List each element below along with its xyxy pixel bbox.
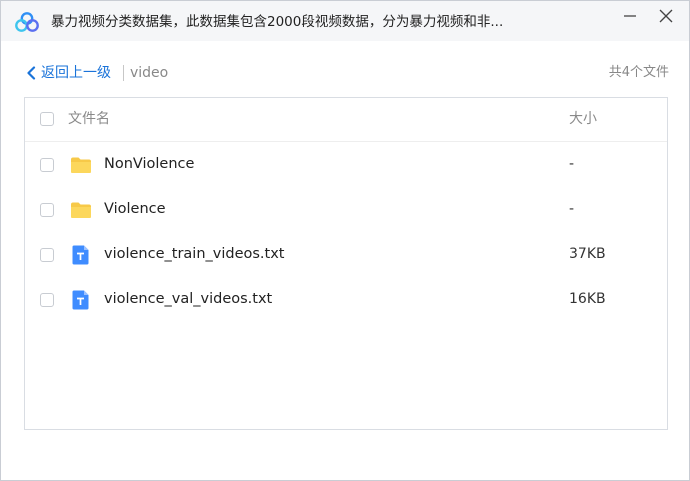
current-directory: video [130,65,169,81]
folder-icon [71,157,91,173]
folder-icon [71,202,91,218]
file-name[interactable]: Violence [104,199,166,219]
text-file-icon [72,245,89,265]
nav-divider [123,65,124,81]
title-bar: 暴力视频分类数据集，此数据集包含2000段视频数据，分为暴力视频和非... [1,1,689,41]
file-row-violence-train[interactable]: violence_train_videos.txt 37KB [25,232,667,277]
row-checkbox[interactable] [40,158,54,172]
minimize-button[interactable] [615,5,645,27]
file-list-header: 文件名 大小 [25,98,667,142]
chevron-left-icon [27,66,36,80]
file-row-violence-val[interactable]: violence_val_videos.txt 16KB [25,277,667,322]
file-size: 16KB [569,291,606,307]
row-checkbox[interactable] [40,203,54,217]
close-button[interactable] [651,5,681,27]
text-file-icon [72,290,89,310]
back-label: 返回上一级 [41,65,111,81]
row-checkbox[interactable] [40,293,54,307]
select-all-checkbox[interactable] [40,112,54,126]
window-title: 暴力视频分类数据集，此数据集包含2000段视频数据，分为暴力视频和非... [51,14,504,30]
app-window: 暴力视频分类数据集，此数据集包含2000段视频数据，分为暴力视频和非... 返回… [0,0,690,481]
file-name[interactable]: NonViolence [104,154,194,174]
file-row-nonviolence[interactable]: NonViolence - [25,142,667,187]
file-size: 37KB [569,246,606,262]
navigation-row: 返回上一级 video 共4个文件 [25,61,669,85]
cloud-logo-icon [15,12,39,32]
file-list: 文件名 大小 NonViolence - Violence - violence… [24,97,668,430]
file-count: 共4个文件 [608,65,669,80]
back-button[interactable]: 返回上一级 [25,61,111,85]
file-name[interactable]: violence_val_videos.txt [104,289,272,309]
minimize-icon [624,15,636,17]
column-header-size: 大小 [569,111,597,127]
file-size: - [569,201,575,217]
file-size: - [569,156,575,172]
column-header-name: 文件名 [68,111,110,127]
file-row-violence[interactable]: Violence - [25,187,667,232]
file-name[interactable]: violence_train_videos.txt [104,244,285,264]
row-checkbox[interactable] [40,248,54,262]
close-icon [659,9,673,23]
